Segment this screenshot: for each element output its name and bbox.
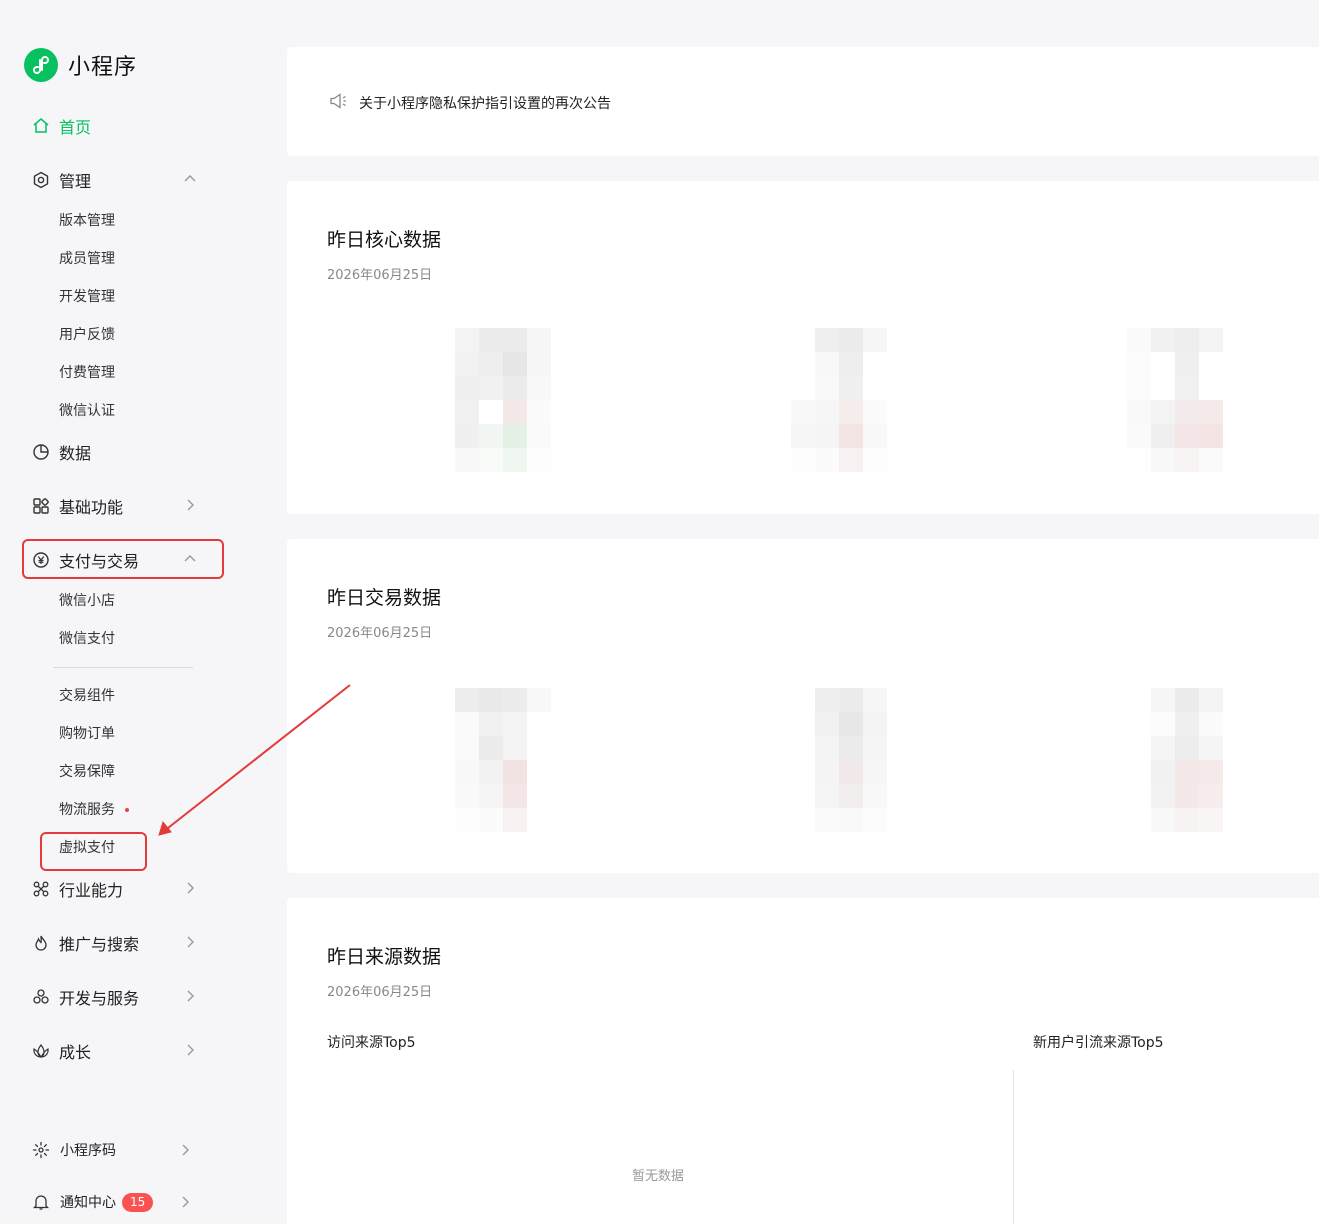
nav-data[interactable]: 数据 [32,439,202,465]
chevron-right-icon [182,1144,189,1156]
blurred-metric [791,328,887,472]
chevron-right-icon [187,936,194,948]
nav-home[interactable]: 首页 [32,113,202,139]
nav-industry-label: 行业能力 [59,881,124,900]
nav-promo-label: 推广与搜索 [59,935,140,954]
nav-manage[interactable]: 管理 [32,167,202,193]
miniprogram-code-icon [32,1141,50,1159]
nav-basic-label: 基础功能 [59,498,124,517]
nav-qrcode-label: 小程序码 [60,1143,116,1159]
industry-nodes-icon [32,880,50,898]
sub-trade-component[interactable]: 交易组件 [59,686,115,706]
trade-data-card: 昨日交易数据 2026年06月25日 [287,539,1319,873]
notice-row[interactable]: 关于小程序隐私保护指引设置的再次公告 [329,92,611,114]
sub-logistics[interactable]: 物流服务 [59,800,129,820]
three-circles-icon [32,988,50,1006]
lotus-icon [32,1042,50,1060]
sub-logistics-label: 物流服务 [59,802,115,818]
sub-dev-manage[interactable]: 开发管理 [59,287,115,307]
speaker-icon [329,92,349,114]
blurred-metric [1127,328,1223,472]
sub-user-feedback[interactable]: 用户反馈 [59,325,115,345]
notice-text: 关于小程序隐私保护指引设置的再次公告 [359,96,611,112]
flame-icon [32,934,50,952]
chevron-right-icon [182,1196,189,1208]
trade-data-title: 昨日交易数据 [327,587,442,609]
source-data-card: 昨日来源数据 2026年06月25日 访问来源Top5 新用户引流来源Top5 … [287,898,1319,1224]
nav-growth-label: 成长 [59,1043,92,1062]
nav-growth[interactable]: 成长 [32,1038,202,1064]
sub-wechat-pay[interactable]: 微信支付 [59,629,115,649]
source-data-title: 昨日来源数据 [327,946,442,968]
nav-manage-label: 管理 [59,172,92,191]
miniprogram-logo-icon [24,48,58,82]
nav-qrcode[interactable]: 小程序码 [32,1139,197,1161]
grid-apps-icon [32,497,50,515]
sub-wechat-cert[interactable]: 微信认证 [59,401,115,421]
chevron-up-icon [184,175,196,182]
sub-member-manage[interactable]: 成员管理 [59,249,115,269]
chevron-right-icon [187,499,194,511]
nav-notify-center[interactable]: 通知中心 15 [32,1191,197,1213]
highlight-box-pay-trade [22,539,224,579]
chevron-right-icon [187,990,194,1002]
source-divider [1013,1070,1014,1224]
sub-shopping-order[interactable]: 购物订单 [59,724,115,744]
sidebar: 小程序 首页 管理 版本管理 成员管理 开发管理 用户反馈 付费管理 微信认证 … [0,0,262,1224]
sub-pay-manage[interactable]: 付费管理 [59,363,115,383]
notice-card: 关于小程序隐私保护指引设置的再次公告 [287,47,1319,156]
core-data-card: 昨日核心数据 2026年06月25日 [287,181,1319,514]
pie-chart-icon [32,443,50,461]
app-title: 小程序 [68,55,138,80]
nav-promo[interactable]: 推广与搜索 [32,930,202,956]
nav-notify-label: 通知中心 [60,1195,116,1211]
blurred-metric [1151,688,1247,832]
bell-icon [32,1193,50,1211]
chevron-right-icon [187,1044,194,1056]
sub-trade-guarantee[interactable]: 交易保障 [59,762,115,782]
sub-version-manage[interactable]: 版本管理 [59,211,115,231]
nav-home-label: 首页 [59,118,92,137]
sidebar-divider [53,667,193,668]
source-data-date: 2026年06月25日 [327,985,433,1000]
notify-count-badge: 15 [122,1192,154,1212]
nav-data-label: 数据 [59,444,92,463]
nav-basic[interactable]: 基础功能 [32,493,202,519]
home-icon [32,117,50,135]
chevron-right-icon [187,882,194,894]
manage-hexagon-icon [32,171,50,189]
blurred-metric [455,328,551,472]
app-logo[interactable]: 小程序 [24,48,137,82]
highlight-box-virtual-pay [40,832,147,871]
new-user-source-label: 新用户引流来源Top5 [1033,1035,1164,1051]
nav-dev-service[interactable]: 开发与服务 [32,984,202,1010]
visit-source-label: 访问来源Top5 [327,1035,416,1051]
core-data-title: 昨日核心数据 [327,229,442,251]
core-data-date: 2026年06月25日 [327,268,433,283]
blurred-metric [815,688,911,832]
nav-dev-service-label: 开发与服务 [59,989,140,1008]
nav-industry[interactable]: 行业能力 [32,876,202,902]
sub-wechat-shop[interactable]: 微信小店 [59,591,115,611]
empty-state-text: 暂无数据 [632,1169,685,1184]
blurred-metric [455,688,551,832]
trade-data-date: 2026年06月25日 [327,626,433,641]
new-dot [125,808,129,812]
